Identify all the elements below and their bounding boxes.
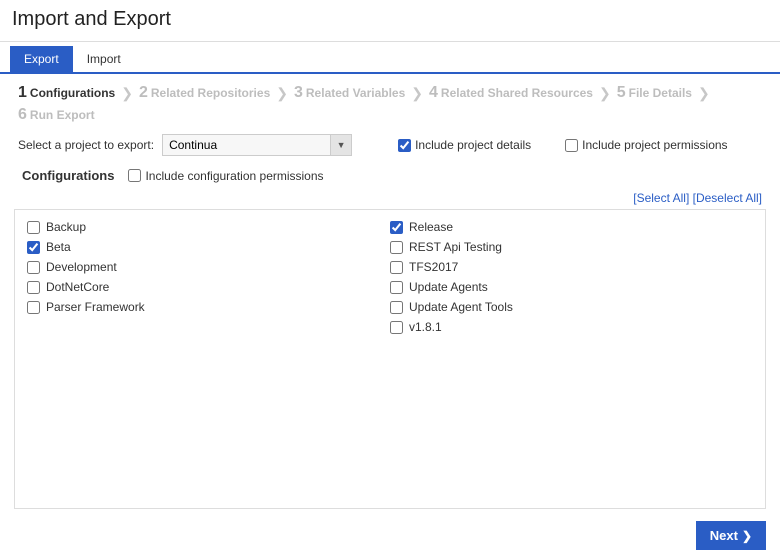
- include-details-checkbox[interactable]: [398, 139, 411, 152]
- include-config-permissions-checkbox[interactable]: [128, 169, 141, 182]
- config-item[interactable]: Update Agent Tools: [390, 300, 753, 314]
- wizard-step-1[interactable]: 1Configurations: [18, 84, 115, 102]
- config-checkbox[interactable]: [390, 241, 403, 254]
- config-item[interactable]: REST Api Testing: [390, 240, 753, 254]
- tabs: Export Import: [0, 46, 780, 74]
- config-label: REST Api Testing: [409, 240, 502, 254]
- next-button[interactable]: Next ❯: [696, 521, 766, 550]
- chevron-right-icon: ❯: [696, 85, 712, 102]
- project-select[interactable]: ▼: [162, 134, 352, 156]
- include-details-option[interactable]: Include project details: [398, 138, 531, 152]
- next-button-label: Next: [710, 528, 738, 543]
- wizard-step-number: 3: [294, 84, 303, 102]
- config-label: Parser Framework: [46, 300, 145, 314]
- wizard-step-label: Configurations: [30, 86, 115, 100]
- config-item[interactable]: Development: [27, 260, 390, 274]
- config-item[interactable]: TFS2017: [390, 260, 753, 274]
- select-all-link[interactable]: [Select All]: [633, 191, 689, 205]
- config-label: Release: [409, 220, 453, 234]
- project-select-label: Select a project to export:: [18, 138, 154, 152]
- config-item[interactable]: v1.8.1: [390, 320, 753, 334]
- config-checkbox[interactable]: [390, 321, 403, 334]
- wizard-step-label: Related Repositories: [151, 86, 270, 100]
- config-label: TFS2017: [409, 260, 458, 274]
- dropdown-icon[interactable]: ▼: [330, 134, 352, 156]
- config-checkbox[interactable]: [27, 281, 40, 294]
- config-item[interactable]: Beta: [27, 240, 390, 254]
- project-select-input[interactable]: [162, 134, 352, 156]
- chevron-right-icon: ❯: [597, 85, 613, 102]
- wizard-step-3[interactable]: 3Related Variables: [294, 84, 405, 102]
- config-label: DotNetCore: [46, 280, 109, 294]
- include-details-label: Include project details: [415, 138, 531, 152]
- wizard-step-5[interactable]: 5File Details: [617, 84, 692, 102]
- wizard-step-number: 4: [429, 84, 438, 102]
- config-label: v1.8.1: [409, 320, 442, 334]
- config-checkbox[interactable]: [390, 301, 403, 314]
- config-label: Backup: [46, 220, 86, 234]
- config-item[interactable]: Release: [390, 220, 753, 234]
- include-permissions-checkbox[interactable]: [565, 139, 578, 152]
- configurations-header: Configurations: [22, 168, 114, 183]
- chevron-right-icon: ❯: [119, 85, 135, 102]
- config-item[interactable]: Update Agents: [390, 280, 753, 294]
- config-checkbox[interactable]: [390, 221, 403, 234]
- include-config-permissions-option[interactable]: Include configuration permissions: [128, 169, 323, 183]
- wizard-step-number: 6: [18, 106, 27, 124]
- wizard-step-label: Run Export: [30, 108, 95, 122]
- include-permissions-option[interactable]: Include project permissions: [565, 138, 727, 152]
- page-title: Import and Export: [0, 0, 780, 42]
- wizard-step-6[interactable]: 6Run Export: [18, 106, 95, 124]
- config-checkbox[interactable]: [27, 221, 40, 234]
- wizard-step-number: 1: [18, 84, 27, 102]
- include-config-permissions-label: Include configuration permissions: [145, 169, 323, 183]
- config-item[interactable]: Backup: [27, 220, 390, 234]
- deselect-all-link[interactable]: [Deselect All]: [693, 191, 762, 205]
- wizard-step-label: File Details: [629, 86, 692, 100]
- tab-export[interactable]: Export: [10, 46, 73, 72]
- config-checkbox[interactable]: [390, 261, 403, 274]
- wizard-step-4[interactable]: 4Related Shared Resources: [429, 84, 593, 102]
- include-permissions-label: Include project permissions: [582, 138, 727, 152]
- config-label: Update Agent Tools: [409, 300, 513, 314]
- config-label: Development: [46, 260, 117, 274]
- config-item[interactable]: Parser Framework: [27, 300, 390, 314]
- config-label: Beta: [46, 240, 71, 254]
- config-checkbox[interactable]: [390, 281, 403, 294]
- chevron-right-icon: ❯: [274, 85, 290, 102]
- wizard-steps: 1Configurations❯2Related Repositories❯3R…: [0, 74, 780, 132]
- wizard-step-label: Related Variables: [306, 86, 405, 100]
- config-checkbox[interactable]: [27, 301, 40, 314]
- config-label: Update Agents: [409, 280, 488, 294]
- config-checkbox[interactable]: [27, 241, 40, 254]
- config-checkbox[interactable]: [27, 261, 40, 274]
- wizard-step-label: Related Shared Resources: [441, 86, 593, 100]
- wizard-step-number: 5: [617, 84, 626, 102]
- configurations-list: Backup Beta Development DotNetCore Parser Fr…: [14, 209, 766, 509]
- tab-import[interactable]: Import: [73, 46, 135, 72]
- config-item[interactable]: DotNetCore: [27, 280, 390, 294]
- chevron-right-icon: ❯: [409, 85, 425, 102]
- chevron-right-icon: ❯: [742, 529, 752, 543]
- wizard-step-number: 2: [139, 84, 148, 102]
- wizard-step-2[interactable]: 2Related Repositories: [139, 84, 270, 102]
